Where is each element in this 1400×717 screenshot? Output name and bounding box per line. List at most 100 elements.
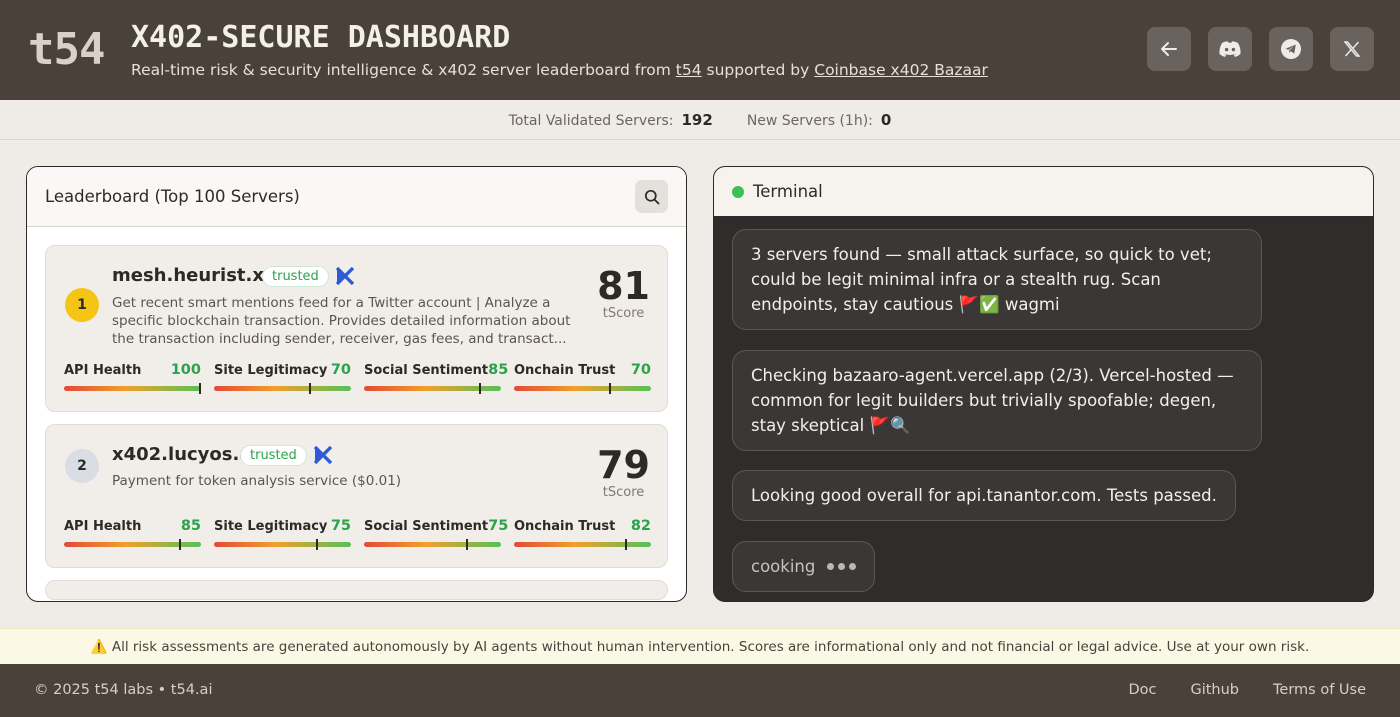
metric-site-legitimacy: Site Legitimacy 75	[214, 518, 351, 550]
metric-label: Social Sentiment	[364, 519, 489, 534]
metric-label: Site Legitimacy	[214, 363, 328, 378]
metric-label: Onchain Trust	[514, 363, 616, 378]
metric-marker	[198, 383, 201, 394]
metric-onchain-trust: Onchain Trust 70	[514, 362, 651, 394]
t54-link[interactable]: t54	[676, 61, 702, 79]
tscore: 79 tScore	[597, 445, 650, 500]
x-icon	[1343, 41, 1361, 57]
metric-onchain-trust: Onchain Trust 82	[514, 518, 651, 550]
cooking-label: cooking	[751, 557, 816, 576]
footer-link-terms[interactable]: Terms of Use	[1273, 682, 1366, 698]
x402-icon	[314, 446, 332, 464]
footer: © 2025 t54 labs • t54.ai Doc Github Term…	[0, 664, 1400, 717]
metric-bar	[64, 539, 201, 550]
coinbase-bazaar-link[interactable]: Coinbase x402 Bazaar	[814, 61, 988, 79]
metric-label: API Health	[64, 363, 142, 378]
footer-link-github[interactable]: Github	[1190, 682, 1239, 698]
metric-marker	[179, 539, 182, 550]
leaderboard-title: Leaderboard (Top 100 Servers)	[45, 187, 300, 206]
total-servers-label: Total Validated Servers:	[508, 112, 674, 129]
metric-value: 85	[180, 518, 201, 534]
leaderboard-panel: Leaderboard (Top 100 Servers) 1 mesh.heu…	[26, 166, 687, 602]
metric-value: 85	[488, 362, 509, 378]
header: t54 X402-SECURE DASHBOARD Real-time risk…	[0, 0, 1400, 100]
metric-bar	[214, 383, 351, 394]
metric-value: 70	[630, 362, 651, 378]
trusted-badge: trusted	[262, 266, 329, 287]
metric-social-sentiment: Social Sentiment 85	[364, 362, 508, 394]
server-description: Payment for token analysis service ($0.0…	[112, 473, 402, 489]
rank-badge: 2	[65, 449, 99, 483]
new-servers-value: 0	[880, 110, 892, 129]
copyright: © 2025 t54 labs • t54.ai	[34, 682, 213, 698]
metric-marker	[608, 383, 611, 394]
page-title: X402-SECURE DASHBOARD	[131, 20, 511, 55]
telegram-icon	[1281, 39, 1301, 59]
metric-label: Social Sentiment	[364, 363, 489, 378]
footer-link-doc[interactable]: Doc	[1128, 682, 1156, 698]
metric-value: 82	[630, 518, 651, 534]
discord-icon	[1219, 41, 1241, 57]
tscore-label: tScore	[602, 485, 645, 500]
metric-bar	[364, 383, 501, 394]
total-servers-value: 192	[681, 110, 713, 129]
metric-label: Onchain Trust	[514, 519, 616, 534]
server-description: Get recent smart mentions feed for a Twi…	[112, 295, 571, 347]
metric-value: 70	[330, 362, 351, 378]
terminal-title: Terminal	[753, 182, 823, 201]
server-card[interactable]: 2 x402.lucyos.ai trusted Payment for tok…	[45, 424, 668, 568]
metric-bar	[364, 539, 501, 550]
logo[interactable]: t54	[28, 24, 105, 75]
metrics-row: API Health 100 Site Legitimacy 70 Social S…	[64, 362, 651, 394]
metrics-row: API Health 85 Site Legitimacy 75 Social Se…	[64, 518, 651, 550]
server-card[interactable]	[45, 580, 668, 600]
footer-links: Doc Github Terms of Use	[1128, 682, 1366, 698]
terminal-panel: Terminal 3 servers found — small attack …	[713, 166, 1374, 602]
header-buttons	[1147, 27, 1374, 71]
subtitle-text: supported by	[701, 61, 815, 79]
new-servers-stat: New Servers (1h): 0	[747, 111, 892, 129]
page-subtitle: Real-time risk & security intelligence &…	[131, 61, 988, 79]
x402-icon	[336, 267, 354, 285]
disclaimer-banner: ⚠️ All risk assessments are generated au…	[0, 628, 1400, 664]
metric-marker	[479, 383, 482, 394]
back-button[interactable]	[1147, 27, 1191, 71]
server-list: 1 mesh.heurist.xyz trusted Get recent sm…	[45, 245, 668, 601]
tscore-label: tScore	[602, 306, 645, 321]
metric-label: Site Legitimacy	[214, 519, 328, 534]
metric-api-health: API Health 85	[64, 518, 201, 550]
new-servers-label: New Servers (1h):	[746, 112, 873, 129]
metric-value: 100	[170, 362, 201, 378]
subtitle-text: Real-time risk & security intelligence &…	[131, 61, 676, 79]
typing-dots-icon	[827, 563, 857, 570]
tscore-value: 79	[597, 443, 650, 487]
status-dot	[732, 186, 744, 198]
metric-bar	[514, 539, 651, 550]
metric-api-health: API Health 100	[64, 362, 201, 394]
terminal-message: Looking good overall for api.tanantor.co…	[732, 470, 1236, 521]
metric-bar	[64, 383, 201, 394]
server-card[interactable]: 1 mesh.heurist.xyz trusted Get recent sm…	[45, 245, 668, 412]
tscore-value: 81	[597, 264, 650, 308]
metric-marker	[308, 383, 311, 394]
metric-social-sentiment: Social Sentiment 75	[364, 518, 508, 550]
metric-value: 75	[488, 518, 509, 534]
trusted-badge: trusted	[240, 445, 307, 466]
metric-value: 75	[330, 518, 351, 534]
server-name[interactable]: mesh.heurist.xyz	[112, 265, 286, 286]
metric-marker	[465, 539, 468, 550]
metric-label: API Health	[64, 519, 142, 534]
stats-bar: Total Validated Servers: 192 New Servers …	[0, 100, 1400, 140]
search-button[interactable]	[635, 180, 668, 213]
metric-site-legitimacy: Site Legitimacy 70	[214, 362, 351, 394]
server-name[interactable]: x402.lucyos.ai	[112, 444, 258, 465]
metric-marker	[315, 539, 318, 550]
x-button[interactable]	[1330, 27, 1374, 71]
discord-button[interactable]	[1208, 27, 1252, 71]
terminal-message: 3 servers found — small attack surface, …	[732, 229, 1262, 330]
rank-badge: 1	[65, 288, 99, 322]
search-icon	[644, 189, 659, 204]
metric-bar	[214, 539, 351, 550]
telegram-button[interactable]	[1269, 27, 1313, 71]
terminal-header: Terminal	[714, 167, 1373, 217]
